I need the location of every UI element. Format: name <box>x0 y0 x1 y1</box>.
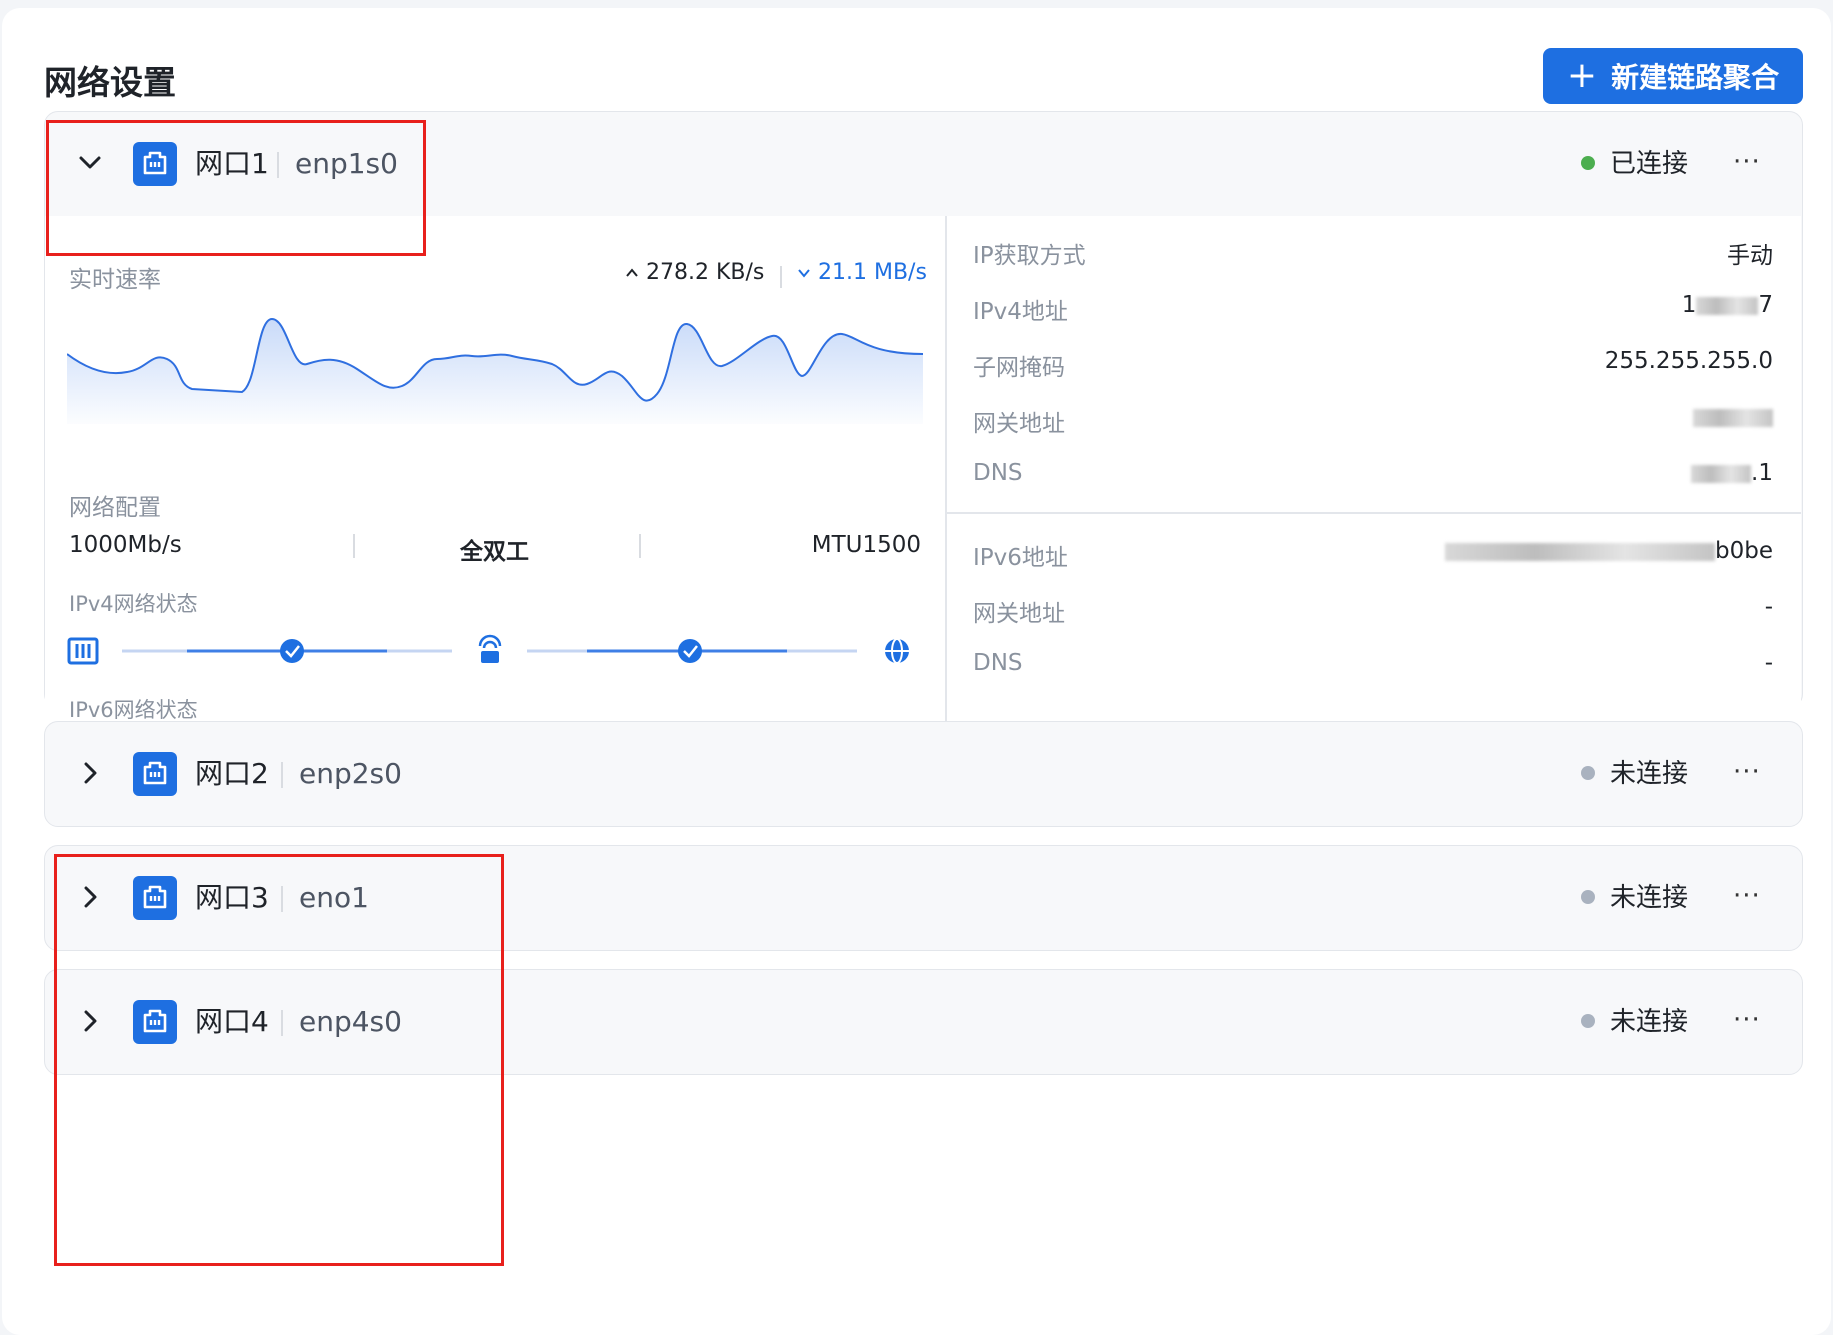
ipv4-address-label: IPv4地址 <box>973 299 1068 325</box>
mtu-value: MTU1500 <box>811 532 921 558</box>
status-dot-icon <box>1581 890 1595 904</box>
highlight-box-port1 <box>46 120 426 256</box>
ipv6-dns-value: - <box>1764 650 1773 676</box>
port-row-2[interactable]: 网口2 enp2s0 未连接 ··· <box>45 722 1802 826</box>
upload-rate: 278.2 KB/s <box>625 260 764 285</box>
divider <box>780 266 782 288</box>
realtime-rate-graph <box>67 317 923 424</box>
ipv4-status-label: IPv4网络状态 <box>69 592 198 616</box>
redacted-text <box>1696 296 1759 315</box>
more-icon[interactable]: ··· <box>1733 142 1761 182</box>
ip-method-value: 手动 <box>1727 243 1773 269</box>
page-title: 网络设置 <box>44 63 176 102</box>
more-icon[interactable]: ··· <box>1733 876 1761 916</box>
gateway-value <box>1693 404 1773 430</box>
port-interface: enp2s0 <box>299 757 402 790</box>
divider <box>946 512 1801 514</box>
status-text: 已连接 <box>1610 149 1689 179</box>
arrow-up-icon <box>626 268 638 277</box>
status-dot-icon <box>1581 1014 1595 1028</box>
plus-icon: + <box>1566 55 1598 96</box>
router-icon <box>481 651 499 663</box>
divider <box>639 534 641 558</box>
redacted-text <box>1691 464 1752 483</box>
more-icon[interactable]: ··· <box>1733 1000 1761 1040</box>
ipv4-address-prefix: 1 <box>1681 292 1697 318</box>
port-name: 网口2 <box>195 757 269 790</box>
status-text: 未连接 <box>1610 759 1689 789</box>
ethernet-port-icon <box>133 752 177 796</box>
port-detail: 实时速率 278.2 KB/s 21.1 MB/s 网络配置 1000Mb/s … <box>45 216 1801 808</box>
status-text: 未连接 <box>1610 883 1689 913</box>
ipv4-address-value: 17 <box>1682 292 1773 318</box>
redacted-text <box>1693 408 1773 427</box>
check-icon <box>280 639 304 663</box>
chevron-right-icon[interactable] <box>75 758 105 788</box>
ipv6-dns-label: DNS <box>973 650 1023 676</box>
ipv6-address-value: b0be <box>1445 538 1773 564</box>
new-link-aggregation-button[interactable]: + 新建链路聚合 <box>1543 48 1803 104</box>
status-text: 未连接 <box>1610 1007 1689 1037</box>
duplex-mode: 全双工 <box>460 539 529 565</box>
ipv6-status-label: IPv6网络状态 <box>69 698 198 722</box>
port-panel-2: 网口2 enp2s0 未连接 ··· <box>44 721 1803 827</box>
download-rate: 21.1 MB/s <box>797 260 927 285</box>
gateway-label: 网关地址 <box>973 411 1065 437</box>
subnet-mask-label: 子网掩码 <box>973 355 1065 381</box>
ip-method-label: IP获取方式 <box>973 243 1086 269</box>
new-link-aggregation-label: 新建链路聚合 <box>1611 61 1780 94</box>
divider <box>353 534 355 558</box>
status-dot-icon <box>1581 156 1595 170</box>
redacted-text <box>1445 542 1716 561</box>
download-rate-value: 21.1 MB/s <box>818 260 927 285</box>
more-icon[interactable]: ··· <box>1733 752 1761 792</box>
network-config-label: 网络配置 <box>69 495 161 521</box>
ipv6-address-label: IPv6地址 <box>973 545 1068 571</box>
ipv6-gateway-value: - <box>1764 594 1773 620</box>
network-settings-page: 网络设置 + 新建链路聚合 网口1 enp1s0 已连接 ··· 实时速率 27… <box>2 8 1831 1335</box>
ipv6-gateway-label: 网关地址 <box>973 601 1065 627</box>
link-speed: 1000Mb/s <box>69 532 182 558</box>
ipv6-address-suffix: b0be <box>1715 538 1773 564</box>
check-icon <box>678 639 702 663</box>
subnet-mask-value: 255.255.255.0 <box>1604 348 1773 374</box>
dns-label: DNS <box>973 460 1023 486</box>
ipv4-address-suffix: 7 <box>1758 292 1773 318</box>
arrow-down-icon <box>798 269 810 278</box>
highlight-box-ports-2-4 <box>54 854 504 1266</box>
ipv4-status-diagram <box>67 634 909 665</box>
status-dot-icon <box>1581 766 1595 780</box>
dns-value-suffix: .1 <box>1751 460 1773 486</box>
divider <box>281 762 283 788</box>
dns-value: .1 <box>1691 460 1773 486</box>
realtime-rate-label: 实时速率 <box>69 267 161 293</box>
upload-rate-value: 278.2 KB/s <box>646 260 765 285</box>
